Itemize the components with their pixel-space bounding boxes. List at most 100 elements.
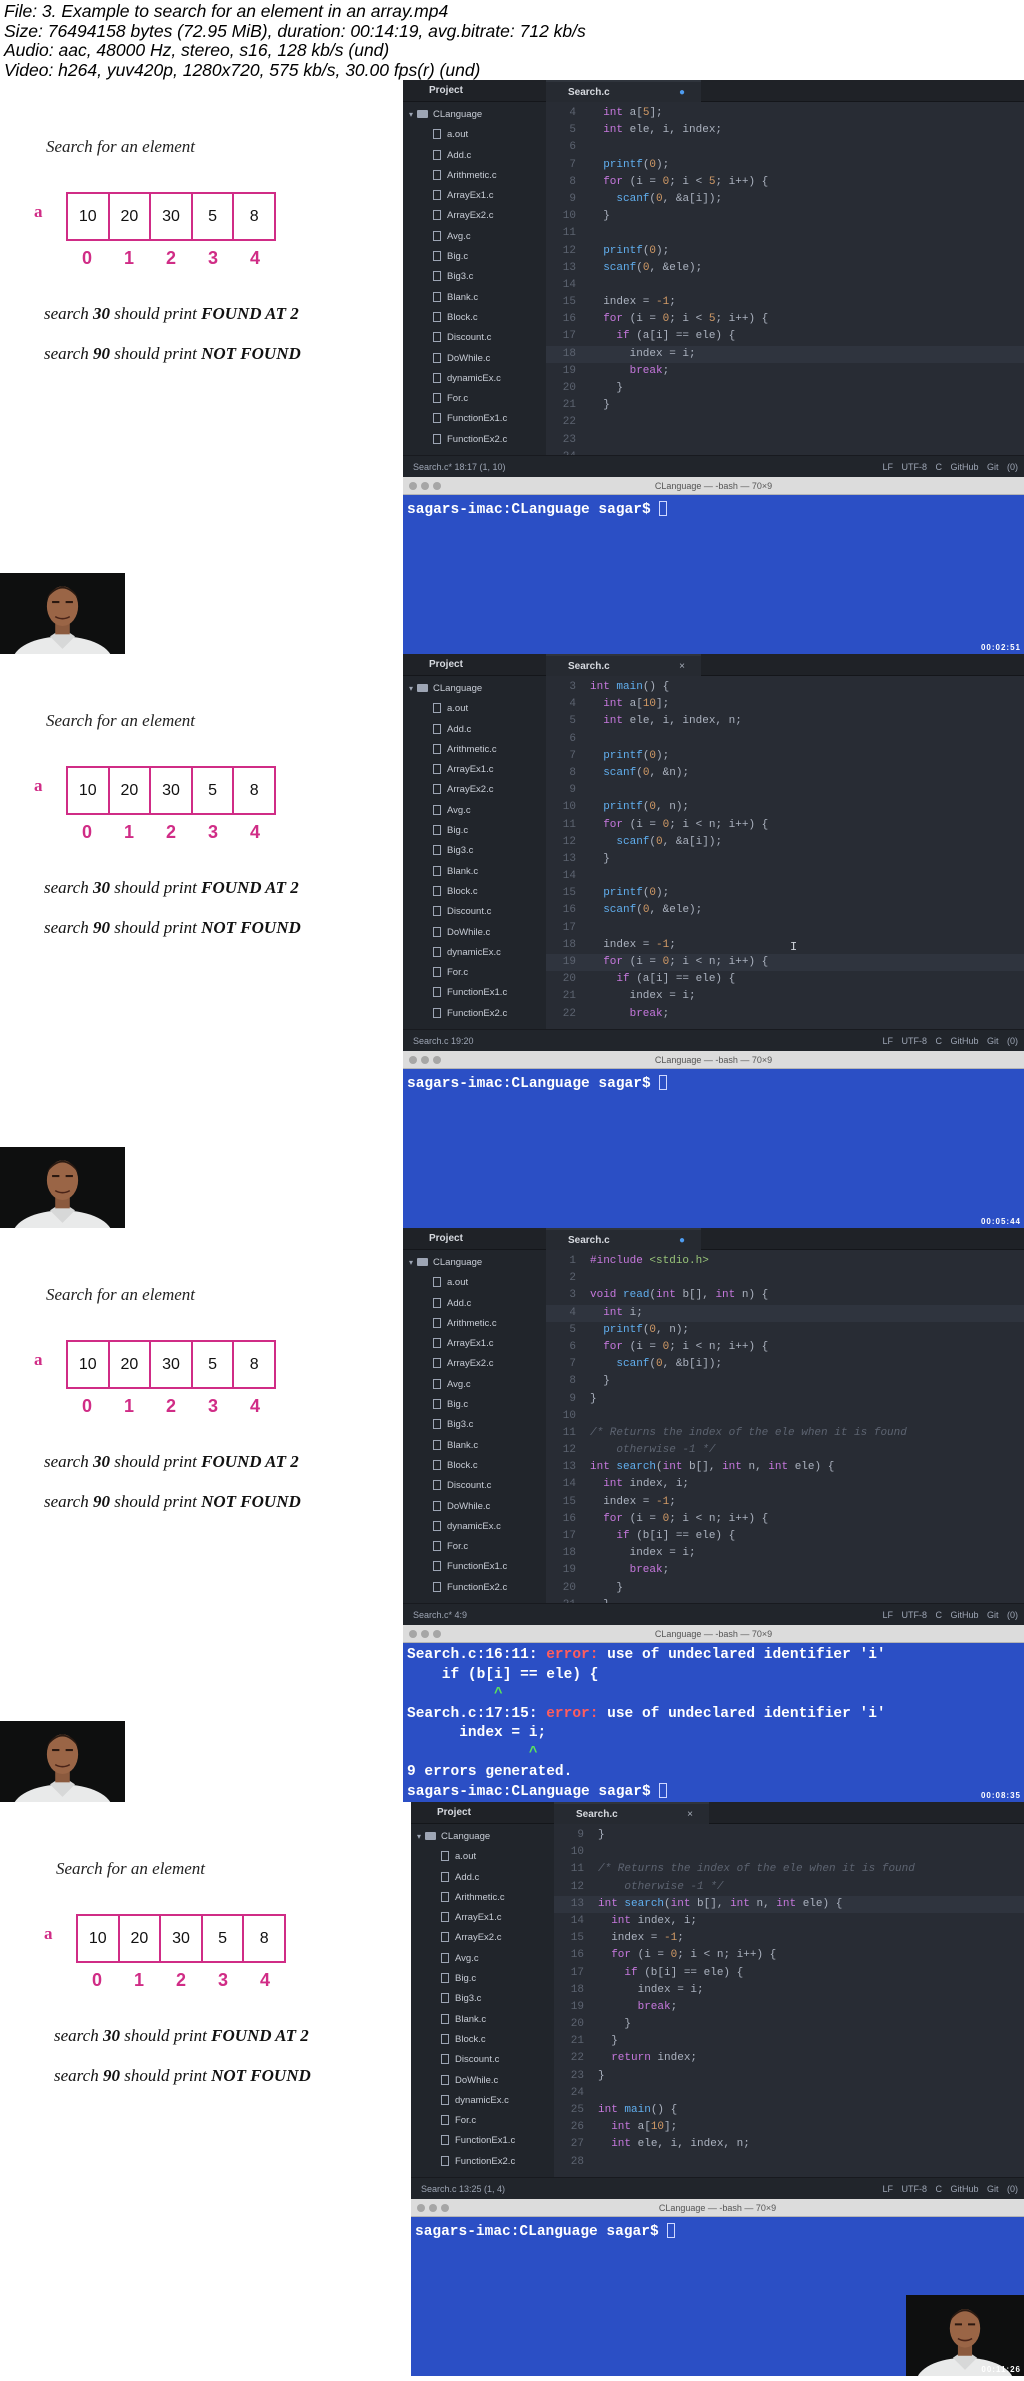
code-line[interactable]: 16 for (i = 0; i < 5; i++) { — [546, 311, 1024, 328]
tree-file[interactable]: Big.c — [403, 247, 546, 267]
code-line[interactable]: 15 index = -1; — [554, 1930, 1024, 1947]
tree-file[interactable]: FunctionEx1.c — [403, 1557, 546, 1577]
code-line[interactable]: 12 otherwise -1 */ — [554, 1879, 1024, 1896]
close-icon[interactable]: ● — [679, 1230, 685, 1252]
code-line[interactable]: 27 int ele, i, index, n; — [554, 2136, 1024, 2153]
tree-file[interactable]: For.c — [403, 1537, 546, 1557]
close-button[interactable] — [409, 1630, 417, 1638]
tree-file[interactable]: Blank.c — [411, 2010, 554, 2030]
code-line[interactable]: 3 void read(int b[], int n) { — [546, 1287, 1024, 1304]
code-line[interactable]: 21 } — [554, 2033, 1024, 2050]
tree-file[interactable]: Blank.c — [403, 862, 546, 882]
tree-file[interactable]: Avg.c — [403, 227, 546, 247]
code-line[interactable]: 13 int search(int b[], int n, int ele) { — [546, 1459, 1024, 1476]
code-line[interactable]: 4 int a[10]; — [546, 696, 1024, 713]
code-line[interactable]: 11 for (i = 0; i < n; i++) { — [546, 817, 1024, 834]
terminal[interactable]: ^ Search.c:16:11: error: use of undeclare… — [403, 1643, 1024, 1802]
code-line[interactable]: 14 — [546, 277, 1024, 294]
code-line[interactable]: 28 — [554, 2154, 1024, 2171]
code-line[interactable]: 18 index = -1; — [546, 937, 1024, 954]
code-line[interactable]: 22 break; — [546, 1006, 1024, 1023]
code-line[interactable]: 11/* Returns the index of the ele when i… — [546, 1425, 1024, 1442]
tree-file[interactable]: For.c — [411, 2111, 554, 2131]
code-line[interactable]: 9 — [546, 782, 1024, 799]
tab-file[interactable]: Search.c ● — [546, 80, 701, 102]
tab-project[interactable]: Project — [403, 80, 546, 102]
code-line[interactable]: 7 scanf(0, &b[i]); — [546, 1356, 1024, 1373]
code-line[interactable]: 2 — [546, 1270, 1024, 1287]
code-line[interactable]: 21 } — [546, 397, 1024, 414]
code-line[interactable]: 12 printf(0); — [546, 243, 1024, 260]
tree-file[interactable]: FunctionEx2.c — [403, 1004, 546, 1024]
code-line[interactable]: 24 — [554, 2085, 1024, 2102]
code-line[interactable]: 5 printf(0, n); — [546, 1322, 1024, 1339]
tree-file[interactable]: For.c — [403, 389, 546, 409]
tree-file[interactable]: Block.c — [403, 1456, 546, 1476]
tree-file[interactable]: FunctionEx2.c — [411, 2152, 554, 2172]
code-line[interactable]: 20 if (a[i] == ele) { — [546, 971, 1024, 988]
code-line[interactable]: 20 } — [546, 380, 1024, 397]
tree-folder[interactable]: ▾ CLanguage — [403, 679, 546, 699]
code-line[interactable]: 15 index = -1; — [546, 294, 1024, 311]
tree-file[interactable]: Blank.c — [403, 288, 546, 308]
tree-file[interactable]: a.out — [411, 1847, 554, 1867]
tab-file[interactable]: Search.c × — [554, 1802, 709, 1824]
tree-file[interactable]: dynamicEx.c — [403, 943, 546, 963]
code-line[interactable]: 16 for (i = 0; i < n; i++) { — [554, 1947, 1024, 1964]
code-line[interactable]: 14 int index, i; — [546, 1476, 1024, 1493]
code-line[interactable]: 23 — [546, 432, 1024, 449]
code-line[interactable]: 19 break; — [546, 363, 1024, 380]
code-line[interactable]: 14 — [546, 868, 1024, 885]
code-area[interactable]: 1 #include <stdio.h> 2 3 void read(int b[], … — [546, 1250, 1024, 1603]
maximize-button[interactable] — [441, 2204, 449, 2212]
tree-file[interactable]: ArrayEx1.c — [403, 760, 546, 780]
minimize-button[interactable] — [429, 2204, 437, 2212]
tree-file[interactable]: FunctionEx2.c — [403, 430, 546, 450]
code-line[interactable]: 19 break; — [554, 1999, 1024, 2016]
maximize-button[interactable] — [433, 1056, 441, 1064]
code-area[interactable]: 4 int a[5]; 5 int ele, i, index; 6 7 printf… — [546, 102, 1024, 455]
close-icon[interactable]: × — [687, 1804, 693, 1826]
code-line[interactable]: 15 printf(0); — [546, 885, 1024, 902]
code-line[interactable]: 9} — [546, 1391, 1024, 1408]
tree-file[interactable]: Add.c — [403, 720, 546, 740]
tree-file[interactable]: Big.c — [411, 1969, 554, 1989]
tab-file[interactable]: Search.c ● — [546, 1228, 701, 1250]
tree-file[interactable]: DoWhile.c — [403, 349, 546, 369]
tree-file[interactable]: ArrayEx1.c — [411, 1908, 554, 1928]
tree-file[interactable]: Big3.c — [403, 841, 546, 861]
tree-file[interactable]: Block.c — [411, 2030, 554, 2050]
code-line[interactable]: 19 break; — [546, 1562, 1024, 1579]
tree-file[interactable]: Avg.c — [403, 801, 546, 821]
tree-file[interactable]: DoWhile.c — [403, 923, 546, 943]
terminal[interactable]: sagars-imac:CLanguage sagar$ — [403, 495, 1024, 654]
maximize-button[interactable] — [433, 482, 441, 490]
code-line[interactable]: 19 for (i = 0; i < n; i++) { — [546, 954, 1024, 972]
code-line[interactable]: 16 for (i = 0; i < n; i++) { — [546, 1511, 1024, 1528]
code-line[interactable]: 17 if (b[i] == ele) { — [554, 1965, 1024, 1982]
code-line[interactable]: 9} — [554, 1827, 1024, 1844]
tree-file[interactable]: Arithmetic.c — [403, 166, 546, 186]
close-button[interactable] — [409, 482, 417, 490]
code-line[interactable]: 20 } — [554, 2016, 1024, 2033]
code-line[interactable]: 11 — [546, 225, 1024, 242]
tree-file[interactable]: FunctionEx2.c — [403, 1578, 546, 1598]
code-line[interactable]: 12 scanf(0, &a[i]); — [546, 834, 1024, 851]
code-line[interactable]: 1 #include <stdio.h> — [546, 1253, 1024, 1270]
tree-file[interactable]: FunctionEx1.c — [411, 2131, 554, 2151]
code-line[interactable]: 8 } — [546, 1373, 1024, 1390]
minimize-button[interactable] — [421, 1630, 429, 1638]
tree-file[interactable]: Avg.c — [403, 1375, 546, 1395]
tree-file[interactable]: dynamicEx.c — [403, 1517, 546, 1537]
tree-file[interactable]: a.out — [403, 699, 546, 719]
code-line[interactable]: 13 int search(int b[], int n, int ele) { — [554, 1895, 1024, 1913]
tree-file[interactable]: Big3.c — [403, 1415, 546, 1435]
tree-file[interactable]: FunctionEx1.c — [403, 983, 546, 1003]
close-icon[interactable]: ● — [679, 82, 685, 104]
tree-file[interactable]: Arithmetic.c — [403, 740, 546, 760]
code-line[interactable]: 4 int a[5]; — [546, 105, 1024, 122]
code-line[interactable]: 6 for (i = 0; i < n; i++) { — [546, 1339, 1024, 1356]
code-line[interactable]: 7 printf(0); — [546, 748, 1024, 765]
code-line[interactable]: 12 otherwise -1 */ — [546, 1442, 1024, 1459]
code-line[interactable]: 5 int ele, i, index; — [546, 122, 1024, 139]
